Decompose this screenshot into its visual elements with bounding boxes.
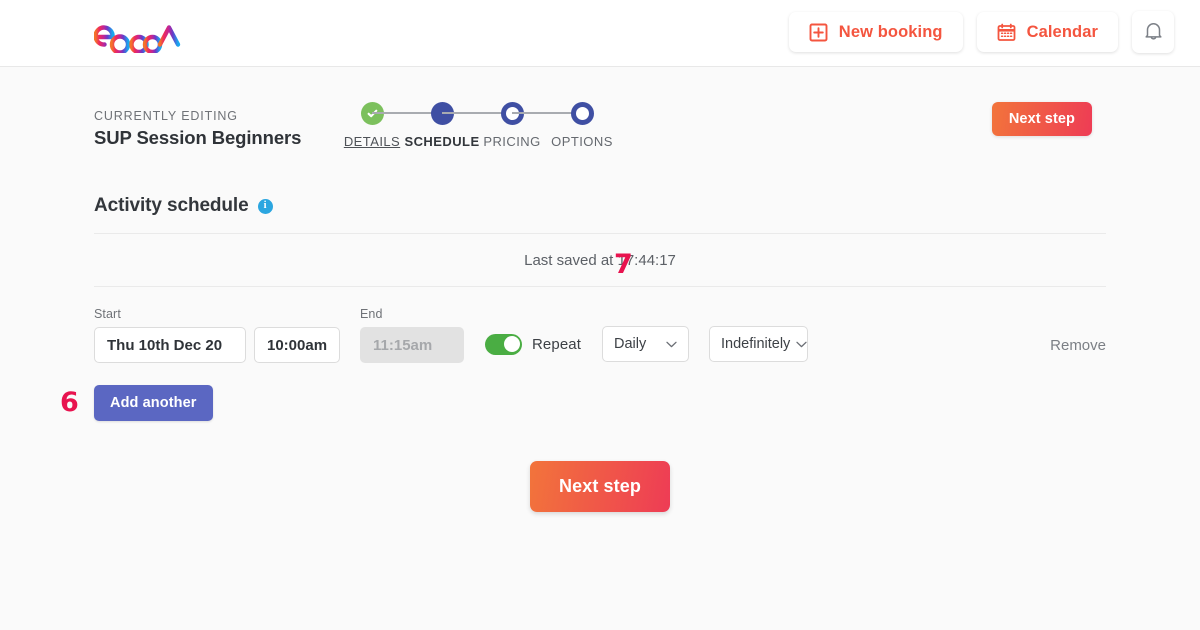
remove-schedule-link[interactable]: Remove [1050,337,1106,354]
end-time-input [360,327,464,363]
end-field-group: End [360,307,464,363]
chevron-down-icon [666,336,677,352]
step-pricing-label: PRICING [483,134,541,149]
duration-value: Indefinitely [720,336,791,352]
add-another-button[interactable]: Add another [94,385,213,421]
step-options-marker [570,99,594,127]
calendar-button[interactable]: Calendar [976,12,1118,52]
notifications-button[interactable] [1132,11,1174,53]
progress-stepbar: CURRENTLY EDITING SUP Session Beginners … [0,67,1200,167]
start-field-group: Start [94,307,340,363]
chevron-down-icon [796,336,807,352]
page-title: Activity schedule [94,195,249,216]
bottom-cta: Next step [94,461,1106,512]
calendar-label: Calendar [1026,22,1098,41]
start-inputs [94,327,340,363]
bell-icon [1143,20,1164,45]
add-another-row: 6 Add another [60,385,1106,421]
next-step-button-top[interactable]: Next step [991,102,1092,136]
info-icon[interactable]: i [257,198,273,214]
start-date-input[interactable] [94,327,246,363]
annotation-marker-6: 6 [60,387,79,418]
app-header: New booking Calendar [0,0,1200,67]
frequency-value: Daily [613,336,647,352]
next-step-button-bottom[interactable]: Next step [530,461,670,512]
activity-schedule-header: Activity schedule i [94,167,1106,233]
repeat-toggle[interactable] [485,333,522,355]
duration-select[interactable]: Indefinitely [708,326,808,362]
currently-editing-block: CURRENTLY EDITING SUP Session Beginners [94,109,301,149]
new-booking-label: New booking [838,22,943,41]
step-details-label: DETAILS [343,134,401,149]
step-list: DETAILS SCHEDULE PRICING OPTIONS [344,99,612,149]
currently-editing-label: CURRENTLY EDITING [94,109,238,123]
eola-logo[interactable] [93,13,182,55]
schedule-row: Start End Repeat Daily Indefinitely [94,249,1106,363]
annotation-marker-7: 7 [614,249,633,280]
toggle-knob [503,336,520,352]
last-saved-status: Last saved at 17:44:17 [524,252,676,269]
frequency-select[interactable]: Daily [601,326,689,362]
header-actions: New booking Calendar [788,11,1174,53]
calendar-icon [997,23,1016,42]
repeat-label: Repeat [532,335,581,353]
ring-circle-icon [570,101,594,125]
main-content: Activity schedule i Last saved at 17:44:… [0,167,1200,512]
step-options-label: OPTIONS [551,134,613,149]
activity-name: SUP Session Beginners [94,127,302,148]
step-schedule-label: SCHEDULE [404,134,480,149]
repeat-controls: Repeat Daily Indefinitely 7 [485,249,808,363]
start-time-input[interactable] [254,327,340,363]
end-label: End [360,307,383,321]
plus-square-icon [809,23,828,42]
new-booking-button[interactable]: New booking [788,12,963,52]
start-label: Start [94,307,121,321]
